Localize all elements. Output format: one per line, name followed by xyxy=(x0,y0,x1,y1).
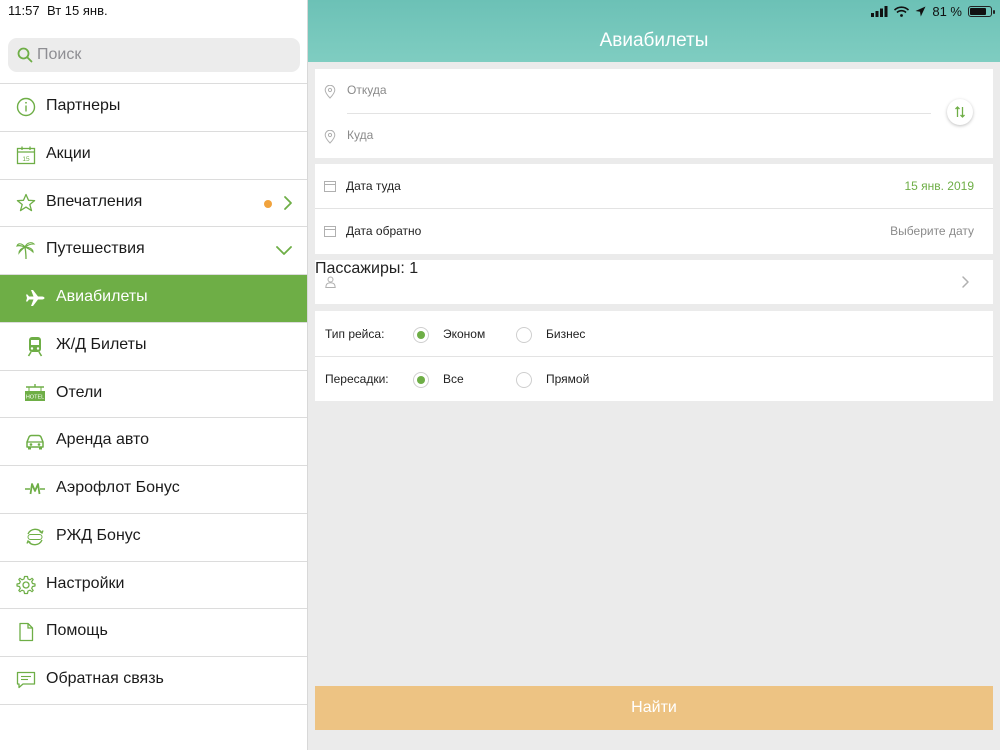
hotel-sign-icon: HOTEL xyxy=(25,383,45,401)
chevron-right-icon xyxy=(962,276,969,288)
from-placeholder: Откуда xyxy=(347,83,387,97)
sidebar-item-label: Авиабилеты xyxy=(56,288,148,305)
status-time: 11:57 xyxy=(8,3,40,18)
sidebar-item-settings[interactable]: Настройки xyxy=(0,561,307,610)
map-pin-icon xyxy=(324,85,336,99)
location-arrow-icon xyxy=(915,6,926,16)
battery-percent: 81 % xyxy=(932,3,962,19)
sidebar-item-rzd-bonus[interactable]: РЖД Бонус xyxy=(0,513,307,562)
sidebar-item-label: Аренда авто xyxy=(56,431,150,449)
all-transfers-label[interactable]: Все xyxy=(443,372,464,386)
battery-level xyxy=(970,7,987,15)
sidebar-item-partners[interactable]: Партнеры xyxy=(0,84,307,132)
sidebar-item-label: Настройки xyxy=(46,574,125,592)
flight-class-row: Тип рейса: Эконом Бизнес xyxy=(315,311,993,356)
sidebar-item-help[interactable]: Помощь xyxy=(0,609,307,657)
sidebar-item-impressions[interactable]: Впечатления xyxy=(0,179,307,228)
depart-date-label: Дата туда xyxy=(346,179,401,193)
calendar-icon xyxy=(324,226,336,237)
svg-text:HOTEL: HOTEL xyxy=(26,394,44,400)
sidebar-item-label: РЖД Бонус xyxy=(56,526,141,544)
sidebar-item-feedback[interactable]: Обратная связь xyxy=(0,657,307,705)
battery-icon xyxy=(968,5,995,17)
search-placeholder: Поиск xyxy=(37,46,82,63)
to-field[interactable]: Куда xyxy=(315,114,993,159)
status-bar-right: 81 % xyxy=(871,2,995,20)
radio-direct[interactable] xyxy=(516,372,532,388)
calendar-icon xyxy=(324,181,336,192)
business-label[interactable]: Бизнес xyxy=(546,327,585,341)
from-field[interactable]: Откуда xyxy=(315,69,993,114)
transfers-label: Пересадки: xyxy=(325,372,389,386)
sidebar-item-promotions[interactable]: 15 Акции xyxy=(0,131,307,180)
sidebar-item-label: Партнеры xyxy=(46,97,121,114)
chevron-down-icon xyxy=(276,246,292,256)
radio-economy[interactable] xyxy=(413,327,429,343)
sidebar-item-aeroflot-bonus[interactable]: Аэрофлот Бонус xyxy=(0,466,307,514)
car-icon xyxy=(26,435,44,450)
person-icon xyxy=(325,276,336,288)
return-date-field[interactable]: Дата обратно Выберите дату xyxy=(315,209,993,254)
transfers-row: Пересадки: Все Прямой xyxy=(315,356,993,401)
nav-header: 81 % Авиабилеты xyxy=(308,0,1000,62)
notification-dot xyxy=(264,199,272,208)
sidebar-item-label: Ж/Д Билеты xyxy=(56,335,147,353)
sidebar-item-air-tickets[interactable]: Авиабилеты xyxy=(0,275,307,323)
document-icon xyxy=(19,623,34,642)
search-button[interactable]: Найти xyxy=(315,686,993,730)
sidebar-item-label: Помощь xyxy=(46,622,108,640)
page-title: Авиабилеты xyxy=(599,30,709,51)
sidebar-item-travel[interactable]: Путешествия xyxy=(0,227,307,275)
battery-nub xyxy=(993,9,995,14)
status-bar-left: 11:57 Вт 15 янв. xyxy=(0,0,307,22)
passengers-label: Пассажиры: 1 xyxy=(315,260,419,277)
economy-label[interactable]: Эконом xyxy=(443,327,485,341)
search-input[interactable]: Поиск xyxy=(8,38,300,72)
status-date: Вт 15 янв. xyxy=(47,3,108,18)
radio-business[interactable] xyxy=(516,327,532,343)
signal-icon xyxy=(871,5,888,17)
dates-card: Дата туда 15 янв. 2019 Дата обратно Выбе… xyxy=(315,164,993,254)
flight-class-label: Тип рейса: xyxy=(325,327,385,341)
aeroflot-bonus-icon xyxy=(25,483,45,495)
to-placeholder: Куда xyxy=(347,128,374,142)
airplane-icon xyxy=(25,290,45,306)
sidebar-item-label: Путешествия xyxy=(46,240,145,258)
radio-all-transfers[interactable] xyxy=(413,372,429,388)
chevron-right-icon xyxy=(284,195,292,210)
return-date-label: Дата обратно xyxy=(346,224,422,238)
train-icon xyxy=(27,336,43,357)
wifi-icon xyxy=(894,5,910,17)
direct-label[interactable]: Прямой xyxy=(546,372,589,386)
gear-icon xyxy=(16,575,36,594)
chat-icon xyxy=(16,671,36,689)
swap-arrows-icon xyxy=(955,106,965,118)
sidebar-item-label: Впечатления xyxy=(46,192,143,210)
calendar-icon: 15 xyxy=(16,146,36,164)
map-pin-icon xyxy=(324,130,336,144)
depart-date-value: 15 янв. 2019 xyxy=(904,179,974,193)
sidebar-item-label: Акции xyxy=(46,144,91,162)
svg-text:15: 15 xyxy=(22,156,30,163)
sidebar-menu: Партнеры 15 Акции Впечатления Путешестви… xyxy=(0,83,307,705)
info-icon xyxy=(16,97,36,117)
sidebar-item-hotels[interactable]: HOTEL Отели xyxy=(0,370,307,419)
star-icon xyxy=(16,193,36,211)
return-date-value: Выберите дату xyxy=(890,224,974,238)
sidebar-item-car-rental[interactable]: Аренда авто xyxy=(0,418,307,466)
sidebar-item-label: Обратная связь xyxy=(46,670,164,687)
sidebar-item-label: Отели xyxy=(56,383,103,401)
options-card: Тип рейса: Эконом Бизнес Пересадки: Все … xyxy=(315,311,993,401)
rzd-bonus-icon xyxy=(26,528,44,546)
sidebar-item-train-tickets[interactable]: Ж/Д Билеты xyxy=(0,322,307,371)
route-card: Откуда Куда xyxy=(315,69,993,158)
main-panel: 81 % Авиабилеты Откуда Куда Дата туда 15… xyxy=(308,0,1000,750)
sidebar: 11:57 Вт 15 янв. Поиск Партнеры 15 Акции… xyxy=(0,0,308,750)
swap-route-button[interactable] xyxy=(947,99,973,125)
depart-date-field[interactable]: Дата туда 15 янв. 2019 xyxy=(315,164,993,209)
palm-tree-icon xyxy=(16,242,36,260)
sidebar-item-label: Аэрофлот Бонус xyxy=(56,479,180,496)
search-icon xyxy=(17,47,33,63)
passengers-card[interactable]: Пассажиры: 1 xyxy=(315,260,993,304)
